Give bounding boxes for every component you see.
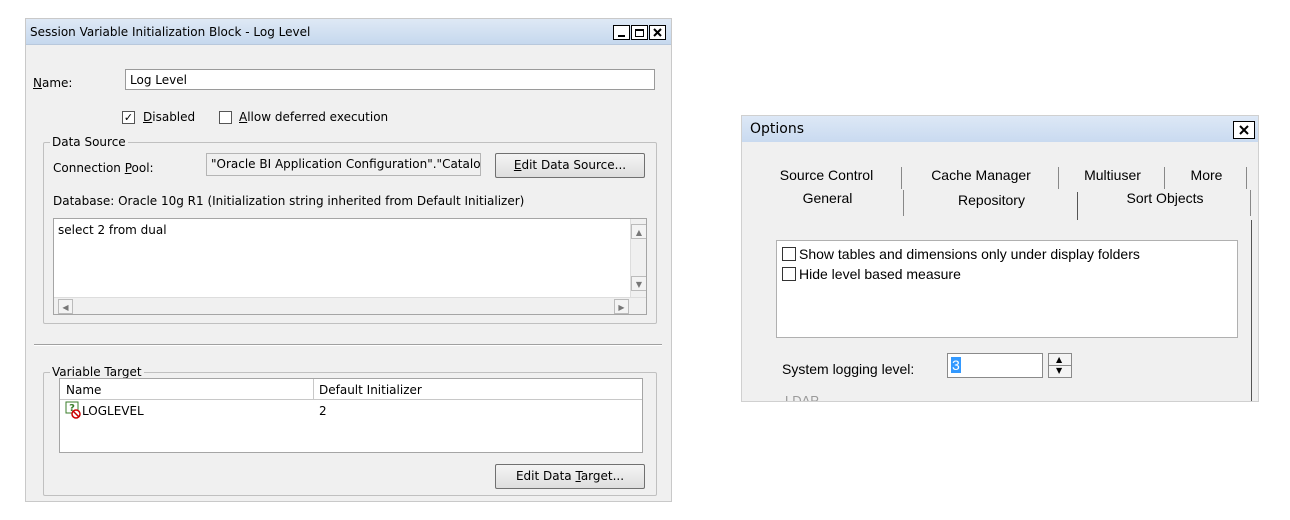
list-header: Name Default Initializer bbox=[60, 379, 642, 400]
connection-pool-label: Connection Pool: bbox=[53, 161, 154, 175]
tab-source-control[interactable]: Source Control bbox=[752, 167, 902, 189]
tab-more[interactable]: More bbox=[1167, 167, 1247, 189]
data-source-title: Data Source bbox=[50, 135, 128, 149]
session-title: Session Variable Initialization Block - … bbox=[30, 25, 311, 39]
deferred-label: Allow deferred execution bbox=[239, 110, 389, 124]
scroll-down-button[interactable]: ▼ bbox=[631, 276, 646, 291]
tab-general[interactable]: General bbox=[752, 190, 904, 216]
options-title: Options bbox=[750, 121, 805, 137]
name-label-rest: ame: bbox=[41, 76, 73, 90]
row-name: LOGLEVEL bbox=[82, 404, 144, 418]
show-tables-checkbox[interactable] bbox=[782, 247, 796, 261]
chevron-left-icon: ◀ bbox=[62, 303, 69, 312]
scroll-up-button[interactable]: ▲ bbox=[631, 224, 646, 239]
tab-cache-manager[interactable]: Cache Manager bbox=[904, 167, 1059, 189]
minimize-icon bbox=[618, 35, 625, 37]
hide-level-label: Hide level based measure bbox=[799, 266, 961, 282]
tab-sort-objects[interactable]: Sort Objects bbox=[1080, 190, 1251, 216]
minimize-button[interactable] bbox=[613, 25, 630, 40]
logging-level-value: 3 bbox=[951, 357, 961, 373]
variable-target-title: Variable Target bbox=[50, 365, 144, 379]
ldap-title: LDAP bbox=[783, 393, 821, 401]
hide-level-checkbox[interactable] bbox=[782, 267, 796, 281]
session-titlebar[interactable]: Session Variable Initialization Block - … bbox=[26, 19, 671, 45]
sql-text: select 2 from dual bbox=[58, 223, 167, 237]
name-label: Name: bbox=[33, 76, 73, 90]
show-tables-label: Show tables and dimensions only under di… bbox=[799, 246, 1140, 262]
sql-vertical-scrollbar[interactable]: ▲ ▼ bbox=[630, 219, 646, 297]
disabled-checkbox[interactable]: ✓ bbox=[122, 111, 135, 124]
disabled-label: Disabled bbox=[143, 110, 196, 124]
logging-level-label: System logging level: bbox=[782, 361, 915, 377]
database-info: Database: Oracle 10g R1 (Initialization … bbox=[53, 194, 525, 208]
tab-multiuser[interactable]: Multiuser bbox=[1061, 167, 1165, 189]
tab-repository[interactable]: Repository bbox=[906, 192, 1078, 220]
close-icon bbox=[653, 28, 662, 37]
scroll-left-button[interactable]: ◀ bbox=[58, 299, 73, 314]
chevron-down-icon: ▼ bbox=[635, 280, 643, 289]
edit-data-source-button[interactable]: Edit Data Source... bbox=[495, 153, 645, 178]
session-variable-dialog: Session Variable Initialization Block - … bbox=[25, 18, 672, 502]
options-dialog: Options Source Control Cache Manager Mul… bbox=[741, 115, 1259, 402]
spin-down-icon[interactable]: ▼ bbox=[1056, 366, 1062, 375]
variable-target-list[interactable]: Name Default Initializer ? LOGLEVEL 2 bbox=[59, 378, 643, 453]
ldap-group: LDAP bbox=[783, 393, 821, 401]
section-separator bbox=[34, 344, 662, 346]
maximize-button[interactable] bbox=[631, 25, 648, 40]
column-header-default[interactable]: Default Initializer bbox=[319, 383, 422, 397]
chevron-right-icon: ▶ bbox=[618, 303, 625, 312]
spin-up-icon[interactable]: ▲ bbox=[1056, 355, 1062, 364]
table-row[interactable]: ? LOGLEVEL 2 bbox=[60, 400, 642, 419]
repository-options-list: Show tables and dimensions only under di… bbox=[776, 240, 1238, 338]
close-button[interactable] bbox=[649, 25, 666, 40]
scroll-right-button[interactable]: ▶ bbox=[614, 299, 629, 314]
chevron-up-icon: ▲ bbox=[635, 228, 643, 237]
logging-level-spinner[interactable]: ▲ ▼ bbox=[1048, 353, 1072, 378]
variable-icon: ? bbox=[65, 401, 81, 419]
row-default: 2 bbox=[319, 404, 327, 418]
edit-data-target-button[interactable]: Edit Data Target... bbox=[495, 464, 645, 489]
options-titlebar[interactable]: Options bbox=[742, 116, 1258, 142]
name-input[interactable]: Log Level bbox=[125, 69, 655, 90]
logging-level-input[interactable]: 3 bbox=[947, 353, 1043, 378]
column-divider[interactable] bbox=[313, 379, 314, 399]
connection-pool-field: "Oracle BI Application Configuration"."C… bbox=[206, 153, 481, 176]
close-icon bbox=[1239, 125, 1249, 135]
sql-horizontal-scrollbar[interactable]: ◀ ▶ bbox=[54, 297, 646, 314]
column-header-name[interactable]: Name bbox=[66, 383, 101, 397]
deferred-checkbox[interactable] bbox=[219, 111, 232, 124]
options-close-button[interactable] bbox=[1233, 121, 1255, 139]
maximize-icon bbox=[635, 28, 644, 37]
sql-textarea[interactable]: select 2 from dual ▲ ▼ ◀ ▶ bbox=[53, 218, 647, 315]
